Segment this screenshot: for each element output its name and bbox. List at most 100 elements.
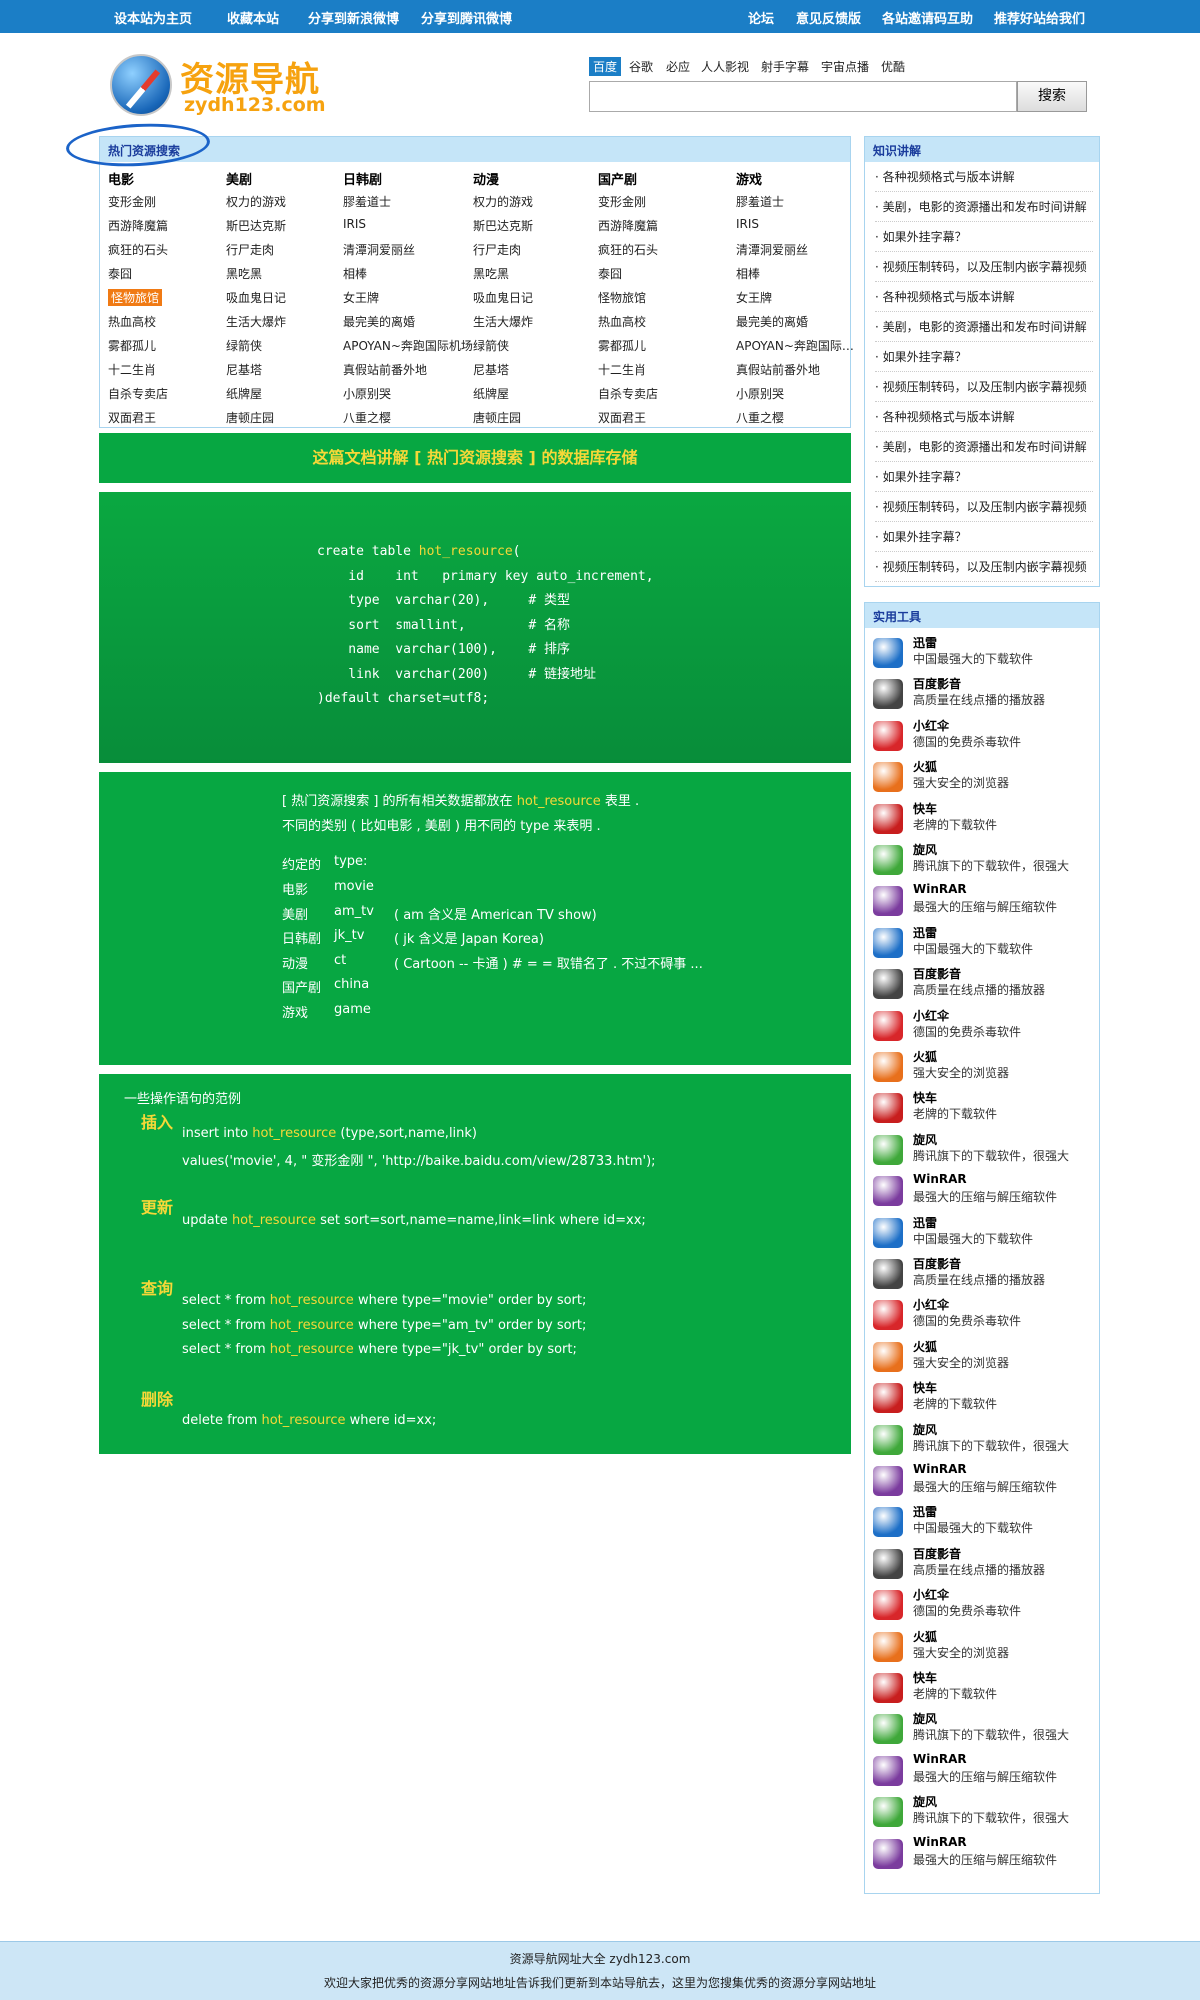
feedback-link[interactable]: 意见反馈版 [796, 8, 861, 27]
tool-item[interactable]: 火狐 强大安全的浏览器 [873, 1628, 1095, 1668]
hot-resource-link[interactable]: 绿箭侠 [226, 337, 262, 354]
hot-resource-link[interactable]: 自杀专卖店 [598, 385, 658, 402]
bookmark-site-link[interactable]: 收藏本站 [227, 8, 279, 27]
hot-resource-link[interactable]: 真假站前番外地 [736, 361, 820, 378]
engine-tab-baidu[interactable]: 百度 [589, 57, 622, 76]
tool-item[interactable]: 快车 老牌的下载软件 [873, 800, 1095, 840]
hot-resource-link[interactable]: 怪物旅馆 [598, 289, 646, 306]
knowledge-link[interactable]: · 如果外挂字幕？ [875, 522, 1093, 552]
hot-resource-link[interactable]: APOYAN~奔跑国际… [736, 337, 854, 354]
hot-resource-link[interactable]: 斯巴达克斯 [226, 217, 286, 234]
knowledge-link[interactable]: · 美剧，电影的资源播出和发布时间讲解 [875, 432, 1093, 462]
engine-tab-bing[interactable]: 必应 [666, 58, 690, 75]
hot-resource-link[interactable]: 纸牌屋 [473, 385, 509, 402]
knowledge-link[interactable]: · 视频压制转码，以及压制内嵌字幕视频 [875, 552, 1093, 582]
hot-resource-link[interactable]: 八重之樱 [343, 409, 391, 426]
hot-resource-link[interactable]: 最完美的离婚 [736, 313, 808, 330]
share-tencent-weibo-link[interactable]: 分享到腾讯微博 [421, 8, 512, 27]
knowledge-link[interactable]: · 视频压制转码，以及压制内嵌字幕视频 [875, 492, 1093, 522]
hot-resource-link[interactable]: 疯狂的石头 [108, 241, 168, 258]
hot-resource-link[interactable]: 权力的游戏 [473, 193, 533, 210]
tool-item[interactable]: 百度影音 高质量在线点播的播放器 [873, 675, 1095, 715]
hot-resource-link[interactable]: IRIS [343, 217, 366, 231]
tool-item[interactable]: 旋风 腾讯旗下的下载软件，很强大 [873, 1421, 1095, 1461]
engine-tab-universe[interactable]: 宇宙点播 [821, 58, 869, 75]
knowledge-link[interactable]: · 各种视频格式与版本讲解 [875, 402, 1093, 432]
hot-resource-link[interactable]: 泰囧 [108, 265, 132, 282]
hot-resource-link[interactable]: 西游降魔篇 [598, 217, 658, 234]
search-button[interactable]: 搜索 [1017, 81, 1087, 112]
tool-item[interactable]: WinRAR 最强大的压缩与解压缩软件 [873, 1835, 1095, 1875]
recommend-site-link[interactable]: 推荐好站给我们 [994, 8, 1085, 27]
site-logo[interactable]: 资源导航 zydh123.com [110, 52, 326, 122]
hot-resource-link[interactable]: 绿箭侠 [473, 337, 509, 354]
hot-resource-link[interactable]: 双面君王 [108, 409, 156, 426]
set-homepage-link[interactable]: 设本站为主页 [114, 8, 192, 27]
hot-resource-link[interactable]: 膠羞道士 [343, 193, 391, 210]
hot-resource-link[interactable]: 女王牌 [343, 289, 379, 306]
search-input[interactable] [589, 81, 1017, 112]
hot-resource-link[interactable]: 斯巴达克斯 [473, 217, 533, 234]
knowledge-link[interactable]: · 美剧，电影的资源播出和发布时间讲解 [875, 312, 1093, 342]
hot-resource-link[interactable]: 最完美的离婚 [343, 313, 415, 330]
hot-resource-link[interactable]: 十二生肖 [108, 361, 156, 378]
hot-resource-link[interactable]: 唐顿庄园 [226, 409, 274, 426]
tool-item[interactable]: 小红伞 德国的免费杀毒软件 [873, 1296, 1095, 1336]
knowledge-link[interactable]: · 如果外挂字幕？ [875, 222, 1093, 252]
invite-code-link[interactable]: 各站邀请码互助 [882, 8, 973, 27]
tool-item[interactable]: 百度影音 高质量在线点播的播放器 [873, 1255, 1095, 1295]
tool-item[interactable]: 火狐 强大安全的浏览器 [873, 758, 1095, 798]
hot-resource-link[interactable]: 热血高校 [598, 313, 646, 330]
hot-resource-link[interactable]: 唐顿庄园 [473, 409, 521, 426]
hot-resource-link[interactable]: APOYAN~奔跑国际机场 [343, 337, 473, 354]
hot-resource-link[interactable]: 黑吃黑 [473, 265, 509, 282]
hot-resource-link[interactable]: 尼基塔 [226, 361, 262, 378]
tool-item[interactable]: WinRAR 最强大的压缩与解压缩软件 [873, 1752, 1095, 1792]
tool-item[interactable]: 火狐 强大安全的浏览器 [873, 1048, 1095, 1088]
tool-item[interactable]: 火狐 强大安全的浏览器 [873, 1338, 1095, 1378]
tool-item[interactable]: 百度影音 高质量在线点播的播放器 [873, 965, 1095, 1005]
knowledge-link[interactable]: · 如果外挂字幕？ [875, 462, 1093, 492]
hot-resource-link[interactable]: 吸血鬼日记 [226, 289, 286, 306]
tool-item[interactable]: WinRAR 最强大的压缩与解压缩软件 [873, 1462, 1095, 1502]
knowledge-link[interactable]: · 如果外挂字幕？ [875, 342, 1093, 372]
hot-resource-link[interactable]: 小原别哭 [736, 385, 784, 402]
tool-item[interactable]: 旋风 腾讯旗下的下载软件，很强大 [873, 1710, 1095, 1750]
tool-item[interactable]: 迅雷 中国最强大的下载软件 [873, 1214, 1095, 1254]
hot-resource-link[interactable]: 八重之樱 [736, 409, 784, 426]
hot-resource-link[interactable]: IRIS [736, 217, 759, 231]
engine-tab-yyets[interactable]: 人人影视 [701, 58, 749, 75]
engine-tab-shooter[interactable]: 射手字幕 [761, 58, 809, 75]
hot-resource-link[interactable]: 西游降魔篇 [108, 217, 168, 234]
tool-item[interactable]: 快车 老牌的下载软件 [873, 1379, 1095, 1419]
tool-item[interactable]: 小红伞 德国的免费杀毒软件 [873, 1586, 1095, 1626]
hot-resource-link[interactable]: 清潭洞爱丽丝 [736, 241, 808, 258]
tool-item[interactable]: 迅雷 中国最强大的下载软件 [873, 924, 1095, 964]
knowledge-link[interactable]: · 视频压制转码，以及压制内嵌字幕视频 [875, 252, 1093, 282]
tool-item[interactable]: 迅雷 中国最强大的下载软件 [873, 1503, 1095, 1543]
hot-resource-link[interactable]: 权力的游戏 [226, 193, 286, 210]
hot-resource-link[interactable]: 行尸走肉 [473, 241, 521, 258]
hot-resource-link[interactable]: 泰囧 [598, 265, 622, 282]
forum-link[interactable]: 论坛 [748, 8, 774, 27]
engine-tab-google[interactable]: 谷歌 [629, 58, 653, 75]
hot-resource-link[interactable]: 怪物旅馆 [108, 289, 163, 306]
knowledge-link[interactable]: · 美剧，电影的资源播出和发布时间讲解 [875, 192, 1093, 222]
hot-resource-link[interactable]: 生活大爆炸 [226, 313, 286, 330]
hot-resource-link[interactable]: 生活大爆炸 [473, 313, 533, 330]
share-weibo-link[interactable]: 分享到新浪微博 [308, 8, 399, 27]
hot-resource-link[interactable]: 雾都孤儿 [108, 337, 156, 354]
hot-resource-link[interactable]: 自杀专卖店 [108, 385, 168, 402]
hot-resource-link[interactable]: 黑吃黑 [226, 265, 262, 282]
hot-resource-link[interactable]: 真假站前番外地 [343, 361, 427, 378]
hot-resource-link[interactable]: 清潭洞爱丽丝 [343, 241, 415, 258]
hot-resource-link[interactable]: 行尸走肉 [226, 241, 274, 258]
hot-resource-link[interactable]: 小原别哭 [343, 385, 391, 402]
hot-resource-link[interactable]: 尼基塔 [473, 361, 509, 378]
hot-resource-link[interactable]: 十二生肖 [598, 361, 646, 378]
tool-item[interactable]: 旋风 腾讯旗下的下载软件，很强大 [873, 1793, 1095, 1833]
tool-item[interactable]: 快车 老牌的下载软件 [873, 1669, 1095, 1709]
hot-resource-link[interactable]: 热血高校 [108, 313, 156, 330]
tool-item[interactable]: 快车 老牌的下载软件 [873, 1089, 1095, 1129]
tool-item[interactable]: 百度影音 高质量在线点播的播放器 [873, 1545, 1095, 1585]
